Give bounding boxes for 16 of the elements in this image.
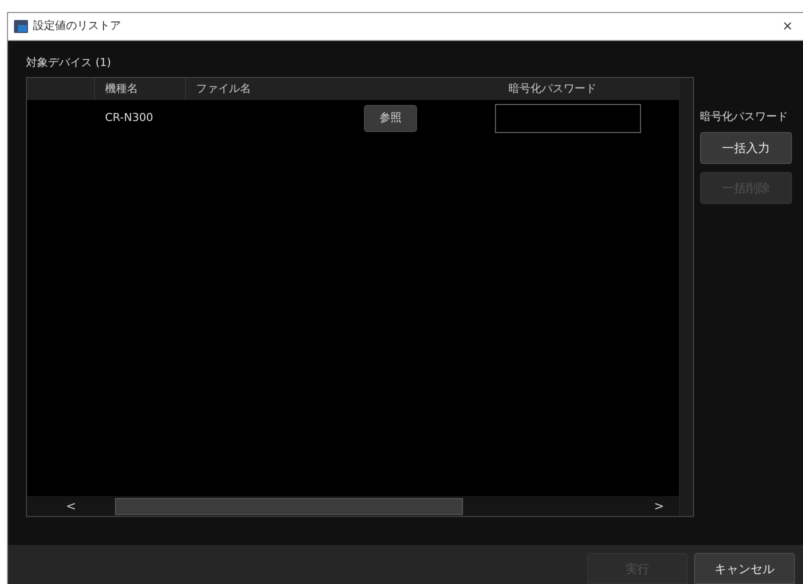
close-button[interactable]: × [778,16,797,36]
column-header: 暗号化パスワード [508,80,598,97]
panel-title: 暗号化パスワード [700,109,789,125]
scroll-right-button[interactable]: > [639,497,679,515]
action-button[interactable]: キャンセル [694,553,795,584]
window-title: 設定値のリストア [33,18,121,34]
model-cell: CR-N300 [105,110,154,124]
column-header: ファイル名 [195,80,252,97]
password-field[interactable] [495,104,641,132]
vertical-scrollbar[interactable] [679,78,693,516]
scroll-left-button[interactable]: < [27,497,115,515]
app-icon [14,20,28,33]
action-button[interactable]: 一括入力 [700,132,792,164]
scrollbar-thumb[interactable] [115,498,463,514]
section-title: 対象デバイス (1) [26,55,112,71]
browse-button[interactable]: 参照 [364,104,417,132]
